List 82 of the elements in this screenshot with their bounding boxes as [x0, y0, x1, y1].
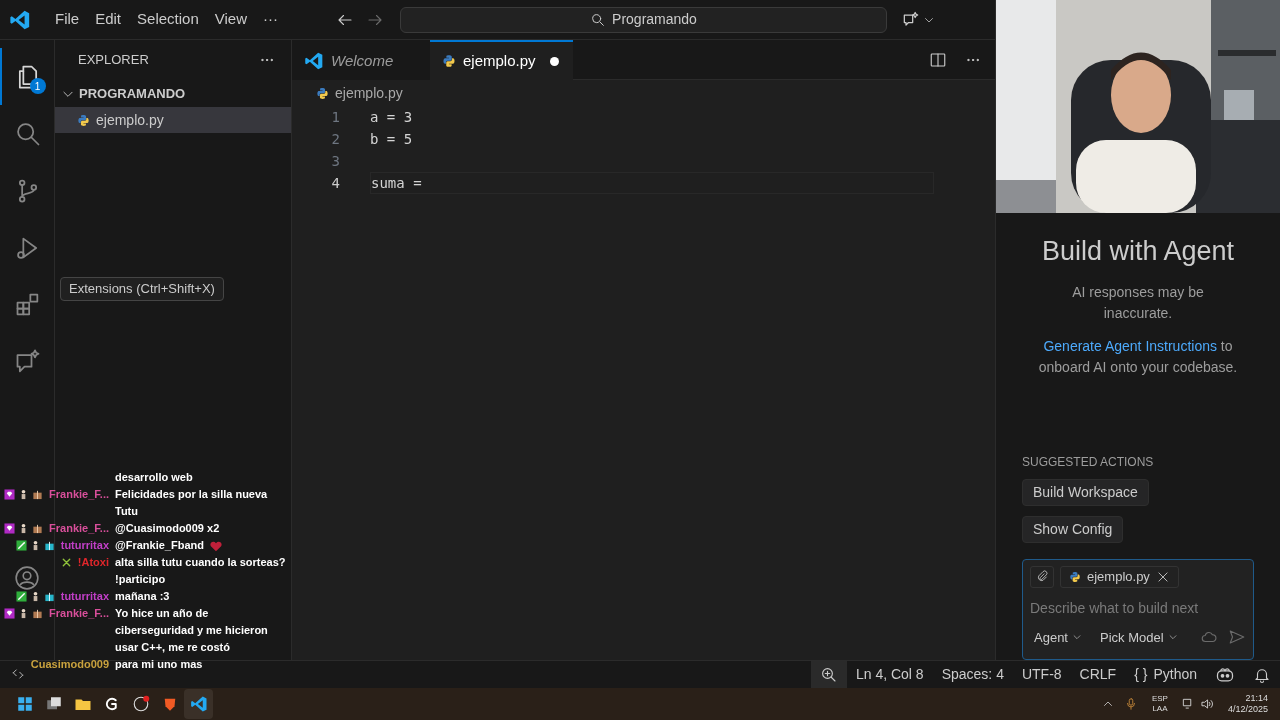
python-file-icon — [442, 54, 456, 68]
code-line: a = 3 — [370, 107, 413, 127]
gem-badge-icon — [4, 523, 16, 534]
chat-message: @Cuasimodo009 x2 — [115, 521, 220, 536]
windows-start-icon — [15, 695, 34, 713]
model-dropdown[interactable]: Pick Model — [1096, 627, 1182, 647]
command-center[interactable]: Programando — [400, 6, 887, 33]
line-number: 2 — [330, 129, 340, 149]
send-icon[interactable] — [1228, 628, 1246, 647]
gift-badge-icon — [32, 523, 44, 534]
chat-username: !Atoxi — [77, 555, 109, 571]
chat-username: Frankie_F... — [49, 606, 109, 622]
paperclip-icon — [1035, 570, 1049, 583]
gem-badge-icon — [4, 489, 16, 500]
sword-badge-icon — [15, 540, 27, 551]
status-item[interactable]: Ln 4, Col 8 — [846, 664, 933, 685]
instructions-link[interactable]: Generate Agent Instructions — [1043, 337, 1217, 354]
disclaimer-text: AI responses may be inaccurate. — [1071, 282, 1205, 323]
panel-heading: Build with Agent — [1041, 235, 1235, 268]
code-line: suma = — [371, 173, 422, 193]
search-icon — [590, 11, 607, 28]
tooltip: Extensions (Ctrl+Shift+X) — [60, 277, 224, 301]
python-file-icon — [1069, 570, 1081, 583]
vscode-logo-icon — [189, 695, 208, 713]
chat-username: tuturritax — [60, 589, 109, 605]
instructions-text: Generate Agent Instructions to onboard AI onto your codebase. — [1037, 336, 1239, 377]
crossed-swords-icon — [60, 557, 72, 568]
gift-badge-icon — [43, 591, 55, 602]
python-file-icon — [77, 113, 90, 127]
gift-badge-icon — [32, 489, 44, 500]
suggested-action-button[interactable]: Show Config — [1022, 515, 1124, 543]
chat-message: desarrollo web — [115, 470, 193, 485]
zoom-button[interactable] — [810, 660, 847, 689]
editor-tab[interactable]: ejemplo.py — [430, 40, 573, 80]
account-icon[interactable] — [14, 565, 40, 591]
menu-item[interactable]: ··· — [255, 5, 286, 34]
language-status[interactable]: { } Python — [1125, 664, 1206, 685]
breadcrumb[interactable]: ejemplo.py — [335, 82, 403, 104]
status-item[interactable]: CRLF — [1070, 664, 1126, 685]
menu-item[interactable]: Edit — [87, 5, 130, 34]
folder-header[interactable]: PROGRAMANDO — [55, 81, 291, 107]
volume-icon[interactable] — [1199, 697, 1214, 711]
chat-message: Felicidades por la silla nueva Tutu — [115, 487, 269, 519]
line-number: 1 — [330, 107, 340, 127]
attachment-chip: ejemplo.py — [1060, 565, 1179, 588]
explorer-tree-row[interactable]: ejemplo.py — [55, 107, 291, 133]
split-editor-icon[interactable] — [929, 50, 947, 69]
status-item[interactable]: Spaces: 4 — [932, 664, 1013, 685]
chat-username: Frankie_F... — [49, 521, 109, 537]
status-item[interactable]: UTF-8 — [1012, 664, 1071, 685]
remote-icon[interactable] — [11, 667, 25, 681]
chat-input-box[interactable]: ejemplo.py Describe what to build next Agent Pick Model — [1022, 558, 1254, 660]
chat-message: mañana :3 — [115, 589, 170, 604]
mode-dropdown[interactable]: Agent — [1030, 627, 1086, 647]
menu-item[interactable]: File — [47, 5, 88, 34]
chat-message: @Frankie_Fband — [115, 538, 204, 553]
count-badge: 1 — [29, 78, 46, 94]
chat-message: para mi uno mas — [115, 657, 203, 672]
zoom-in-icon — [819, 665, 838, 684]
suggested-action-button[interactable]: Build Workspace — [1022, 478, 1149, 506]
chat-username: Frankie_F... — [49, 487, 109, 503]
gift-badge-icon — [43, 540, 55, 551]
python-file-icon — [316, 86, 329, 100]
line-number: 3 — [330, 151, 340, 171]
menu-item[interactable]: Selection — [129, 5, 207, 34]
code-line: b = 5 — [370, 129, 413, 149]
vscode-logo-icon — [304, 51, 324, 71]
close-icon[interactable] — [1155, 569, 1170, 584]
vscode-logo-icon — [9, 8, 31, 31]
panel-title: EXPLORER — [78, 51, 149, 70]
sword-badge-icon — [15, 591, 27, 602]
attach-button[interactable] — [1030, 565, 1054, 588]
chat-input-field[interactable]: Describe what to build next — [1030, 596, 1250, 619]
clock[interactable]: 21:14 4/12/2025 — [1227, 693, 1268, 715]
line-number: 4 — [330, 173, 340, 193]
chat-username: tuturritax — [60, 538, 109, 554]
gem-badge-icon — [4, 608, 16, 619]
section-heading: SUGGESTED ACTIONS — [1022, 453, 1154, 471]
gift-badge-icon — [32, 608, 44, 619]
chat-username: Cuasimodo009 — [30, 657, 109, 673]
menu-item[interactable]: View — [206, 5, 255, 34]
input-language[interactable]: ESP LAA — [1151, 694, 1168, 714]
